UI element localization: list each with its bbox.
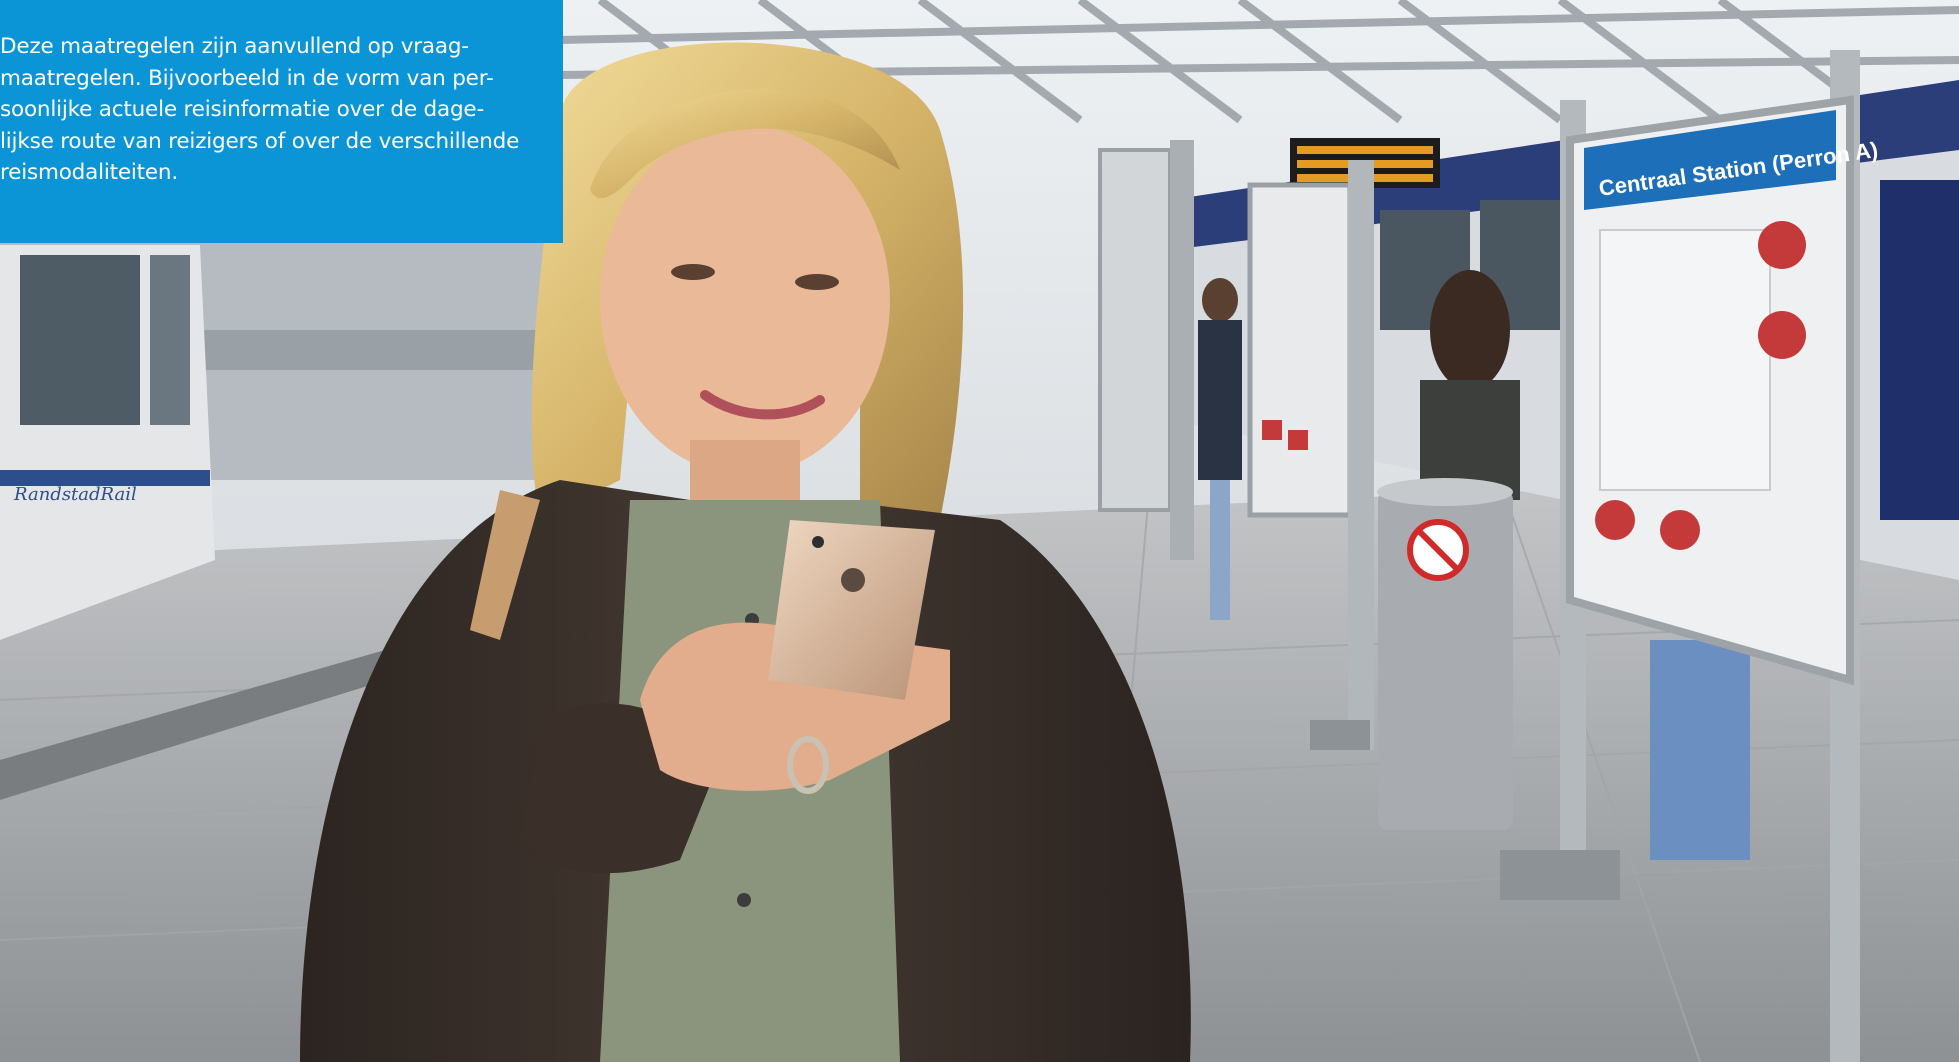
- waste-bin: [1377, 478, 1513, 830]
- page: RandstadRail Centraal Station (Perron A)…: [0, 0, 1959, 1062]
- caption-box: Deze maatregelen zijn aanvullend op vraa…: [0, 0, 563, 243]
- svg-text:RandstadRail: RandstadRail: [13, 484, 137, 505]
- caption-line: soonlijke actuele reisinformatie over de…: [0, 97, 484, 122]
- info-panel-far: [1098, 140, 1194, 560]
- caption-line: reismodaliteiten.: [0, 160, 178, 185]
- caption-line: lijkse route van reizigers of over de ve…: [0, 128, 520, 154]
- caption-line: Deze maatregelen zijn aanvullend op vraa…: [0, 34, 469, 59]
- caption-line: maatregelen. Bijvoorbeeld in de vorm van…: [0, 65, 494, 91]
- caption-text: Deze maatregelen zijn aanvullend op vraa…: [0, 31, 563, 189]
